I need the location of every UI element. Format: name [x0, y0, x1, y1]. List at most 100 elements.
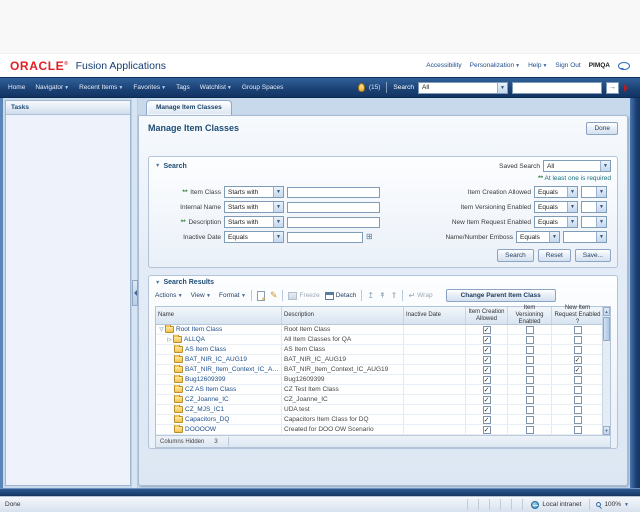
item-class-link[interactable]: Capacitors_DQ — [185, 416, 229, 423]
column-header-item-versioning-enabled[interactable]: Item Versioning Enabled — [508, 307, 552, 324]
search-scope-select[interactable]: All▼ — [418, 82, 508, 94]
user-name[interactable]: PIMQA — [589, 62, 610, 69]
checkbox[interactable] — [526, 376, 534, 384]
checkbox[interactable]: ✓ — [483, 426, 491, 434]
operator-select[interactable]: Starts with▼ — [224, 186, 284, 198]
checkbox[interactable]: ✓ — [483, 326, 491, 334]
checkbox[interactable] — [574, 346, 582, 354]
column-header-item-creation-allowed[interactable]: Item Creation Allowed — [466, 307, 508, 324]
checkbox[interactable] — [574, 376, 582, 384]
checkbox[interactable]: ✓ — [483, 406, 491, 414]
nav-item-group-spaces[interactable]: Group Spaces — [242, 84, 284, 91]
value-select[interactable]: ▼ — [563, 231, 607, 243]
checkbox[interactable]: ✓ — [574, 366, 582, 374]
go-to-top-icon[interactable]: ↟ — [379, 292, 386, 300]
item-class-link[interactable]: CZ_Joanne_IC — [185, 396, 229, 403]
link-personalization[interactable]: Personalization▼ — [470, 62, 520, 69]
saved-search-select[interactable]: All▼ — [543, 160, 611, 172]
scrollbar-thumb[interactable] — [603, 317, 610, 341]
checkbox[interactable]: ✓ — [483, 366, 491, 374]
nav-item-recent-items[interactable]: Recent Items▼ — [79, 84, 123, 91]
calendar-icon[interactable]: ⊞ — [366, 233, 373, 241]
checkbox[interactable] — [574, 326, 582, 334]
item-class-input[interactable] — [287, 187, 380, 198]
item-class-link[interactable]: CZ AS Item Class — [185, 386, 236, 393]
operator-select[interactable]: Equals▼ — [534, 201, 578, 213]
link-help[interactable]: Help▼ — [528, 62, 547, 69]
operator-select[interactable]: Equals▼ — [516, 231, 560, 243]
show-as-top-icon[interactable]: ⇑ — [391, 292, 398, 300]
menu-format[interactable]: Format ▼ — [219, 292, 246, 299]
checkbox[interactable] — [526, 406, 534, 414]
checkbox[interactable] — [526, 356, 534, 364]
value-select[interactable]: ▼ — [581, 186, 607, 198]
item-class-link[interactable]: AS Item Class — [185, 346, 226, 353]
chat-icon[interactable] — [618, 62, 630, 70]
search-go-button[interactable]: → — [606, 82, 619, 94]
panel-splitter[interactable] — [131, 98, 138, 488]
notification-count[interactable]: (15) — [369, 84, 381, 91]
edit-pencil-icon[interactable]: ✎ — [270, 291, 278, 300]
table-scrollbar[interactable]: ▲ ▼ — [602, 307, 610, 435]
checkbox[interactable]: ✓ — [574, 356, 582, 364]
operator-select[interactable]: Starts with▼ — [224, 201, 284, 213]
checkbox[interactable] — [526, 386, 534, 394]
nav-item-watchlist[interactable]: Watchlist▼ — [200, 84, 232, 91]
tree-expand-icon[interactable]: ▷ — [166, 337, 173, 343]
operator-select[interactable]: Equals▼ — [534, 216, 578, 228]
checkbox[interactable] — [526, 346, 534, 354]
checkbox[interactable] — [526, 326, 534, 334]
collapse-icon[interactable]: ▼ — [155, 280, 160, 286]
freeze-button[interactable]: Freeze — [288, 292, 319, 300]
checkbox[interactable]: ✓ — [483, 376, 491, 384]
menu-actions[interactable]: Actions ▼ — [155, 292, 183, 299]
column-header-name[interactable]: Name — [156, 307, 282, 324]
checkbox[interactable] — [526, 396, 534, 404]
nav-item-favorites[interactable]: Favorites▼ — [133, 84, 166, 91]
search-button[interactable]: Search — [497, 249, 534, 262]
checkbox[interactable] — [526, 336, 534, 344]
value-select[interactable]: ▼ — [581, 201, 607, 213]
checkbox[interactable] — [574, 416, 582, 424]
item-class-link[interactable]: Root Item Class — [176, 326, 222, 333]
checkbox[interactable] — [574, 406, 582, 414]
tree-collapse-icon[interactable]: ▽ — [158, 327, 165, 333]
checkbox[interactable]: ✓ — [483, 416, 491, 424]
nav-item-home[interactable]: Home — [8, 84, 25, 91]
checkbox[interactable] — [574, 386, 582, 394]
done-button[interactable]: Done — [586, 122, 618, 135]
checkbox[interactable] — [574, 336, 582, 344]
detach-button[interactable]: Detach — [325, 292, 357, 300]
link-accessibility[interactable]: Accessibility — [426, 62, 461, 69]
checkbox[interactable]: ✓ — [483, 336, 491, 344]
checkbox[interactable] — [574, 396, 582, 404]
value-select[interactable]: ▼ — [581, 216, 607, 228]
item-class-link[interactable]: CZ_MJS_IC1 — [185, 406, 224, 413]
operator-select[interactable]: Starts with▼ — [224, 216, 284, 228]
item-class-link[interactable]: BAT_NIR_IC_AUG19 — [185, 356, 247, 363]
change-parent-item-class-button[interactable]: Change Parent Item Class — [446, 289, 556, 302]
link-sign-out[interactable]: Sign Out — [555, 62, 580, 69]
checkbox[interactable] — [526, 416, 534, 424]
internal-name-input[interactable] — [287, 202, 380, 213]
column-header-inactive-date[interactable]: Inactive Date — [404, 307, 466, 324]
checkbox[interactable]: ✓ — [483, 396, 491, 404]
notifications-bell-icon[interactable] — [358, 83, 365, 92]
checkbox[interactable]: ✓ — [483, 386, 491, 394]
checkbox[interactable] — [574, 426, 582, 434]
item-class-link[interactable]: DOOOOW — [185, 426, 216, 433]
description-input[interactable] — [287, 217, 380, 228]
reset-button[interactable]: Reset — [538, 249, 571, 262]
checkbox[interactable]: ✓ — [483, 346, 491, 354]
operator-select[interactable]: Equals▼ — [534, 186, 578, 198]
item-class-link[interactable]: BAT_NIR_Item_Context_IC_AUG19 — [185, 366, 279, 373]
collapse-icon[interactable]: ▼ — [155, 163, 160, 169]
scroll-down-icon[interactable]: ▼ — [603, 426, 610, 435]
go-up-icon[interactable]: ↥ — [367, 292, 374, 300]
checkbox[interactable] — [526, 426, 534, 434]
column-header-new-item-request-enabled[interactable]: New Item Request Enabled ? — [552, 307, 604, 324]
save-button[interactable]: Save... — [575, 249, 611, 262]
inactive-date-input[interactable] — [287, 232, 363, 243]
create-icon[interactable] — [257, 291, 265, 301]
wrap-button[interactable]: ↵Wrap — [408, 292, 432, 300]
